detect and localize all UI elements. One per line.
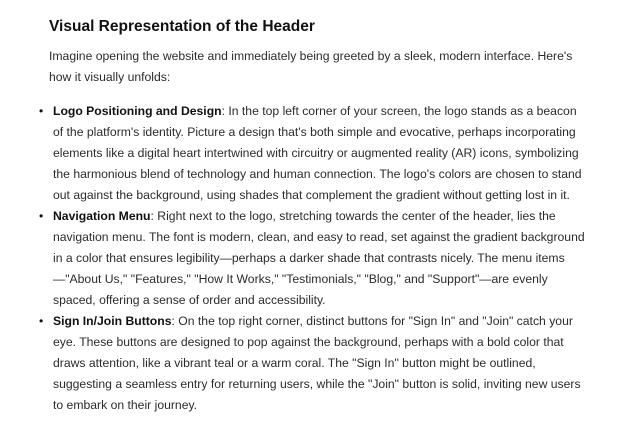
list-item-title: Logo Positioning and Design xyxy=(53,104,222,118)
list-item-title: Sign In/Join Buttons xyxy=(53,314,172,328)
bullet-icon: • xyxy=(39,209,44,223)
list-item: • Navigation Menu: Right next to the log… xyxy=(39,206,589,311)
list-item-text: : In the top left corner of your screen,… xyxy=(53,104,582,202)
intro-paragraph: Imagine opening the website and immediat… xyxy=(49,49,573,84)
bullet-icon: • xyxy=(39,104,44,118)
section-heading: Visual Representation of the Header xyxy=(49,18,315,35)
list-item-text: : Right next to the logo, stretching tow… xyxy=(53,209,585,307)
bullet-icon: • xyxy=(39,314,44,328)
list-item-title: Navigation Menu xyxy=(53,209,151,223)
response-content: Visual Representation of the Header Imag… xyxy=(39,16,589,416)
list-item: • Sign In/Join Buttons: On the top right… xyxy=(39,311,589,416)
bullet-list: • Logo Positioning and Design: In the to… xyxy=(39,101,589,416)
list-item: • Logo Positioning and Design: In the to… xyxy=(39,101,589,206)
list-item-text: : On the top right corner, distinct butt… xyxy=(53,314,581,412)
